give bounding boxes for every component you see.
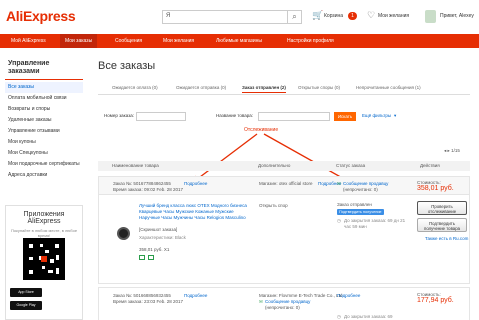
characteristics: Характеристики: Black (139, 235, 186, 240)
order-row: Заказ №: 501677884862455 Подробнее Время… (98, 176, 470, 284)
product-thumbnail[interactable] (117, 227, 130, 240)
heart-icon[interactable]: ♡ (367, 10, 375, 21)
order-details-link[interactable]: Подробнее (184, 293, 207, 299)
chevron-left-icon[interactable]: ◂ (444, 148, 446, 153)
protection-icon (139, 255, 145, 260)
sidebar-item-addresses[interactable]: Адреса доставки (5, 170, 83, 181)
nav-favorite-stores[interactable]: Любимые магазины (216, 34, 262, 48)
column-product: Наименование товара (112, 163, 159, 168)
sidebar-item-reviews[interactable]: Управление отзывами (5, 126, 83, 137)
sidebar-item-deleted-orders[interactable]: Удаленные заказы (5, 115, 83, 126)
ru-link[interactable]: Также есть в Ru.com (425, 236, 468, 242)
cart-icon[interactable]: 🛒 (312, 10, 323, 21)
nav-messages[interactable]: Сообщения (115, 34, 142, 48)
apps-description: Покупайте в любом месте, в любое время! (10, 228, 78, 238)
apps-title: Приложения AliExpress (23, 211, 65, 225)
order-cost: 177,94 руб. (417, 297, 454, 304)
main-nav: Мой AliExpress Мои заказы Сообщения Мои … (0, 34, 479, 48)
column-status: Статус заказа (336, 163, 366, 168)
search-bar[interactable]: Я ⌕ (162, 10, 302, 24)
pager-text: 1/15 (451, 148, 460, 153)
qr-code (23, 238, 65, 280)
confirm-receipt-button[interactable]: Подтвердить получение товара (417, 218, 467, 232)
sidebar-item-returns[interactable]: Возвраты и споры (5, 104, 83, 115)
nav-profile-settings[interactable]: Настройки профиля (287, 34, 334, 48)
unread-count: (непрочитано: 0) (265, 305, 300, 310)
column-extra: Дополнительно (258, 163, 291, 168)
chat-icon[interactable]: ✉ (259, 299, 263, 305)
nav-my-aliexpress[interactable]: Мой AliExpress (9, 34, 48, 48)
status-badge: Подтвердить получение (337, 209, 384, 215)
avatar[interactable] (425, 10, 436, 23)
sidebar-item-coupons[interactable]: Мои купоны (5, 137, 83, 148)
google-play-button[interactable]: Google Play (10, 301, 42, 310)
chat-icon[interactable]: ✉ (337, 181, 341, 187)
product-title-link[interactable]: Лучший бренд класса люкс OTEX Модного би… (139, 203, 251, 221)
search-input[interactable]: Я (166, 13, 170, 19)
header: AliExpress Я ⌕ 🛒 Корзина 1 ♡ Мои желания… (0, 0, 479, 34)
sidebar-item-all-orders[interactable]: Все заказы (5, 82, 83, 93)
clock-icon: ◷ (337, 218, 341, 223)
order-row: Заказ №: 501668856932455 Подробнее Время… (98, 287, 470, 320)
store-name[interactable]: Магазин: otex official store (259, 181, 313, 187)
wishlist-link[interactable]: Мои желания (378, 13, 409, 19)
track-order-button[interactable]: Проверить отслеживание (417, 201, 467, 215)
order-time: Время заказа: 09:02 Feb. 28 2017 (113, 187, 183, 192)
sidebar-item-gift-cards[interactable]: Мои подарочные сертификаты (5, 159, 83, 170)
nav-wishlist[interactable]: Мои желания (163, 34, 194, 48)
sidebar-item-special-coupons[interactable]: Мои Спецкупоны (5, 148, 83, 159)
cart-count-badge: 1 (348, 12, 357, 20)
apps-panel: Приложения AliExpress Покупайте в любом … (5, 205, 83, 320)
sidebar-title: Управление заказами (5, 56, 83, 80)
open-dispute-link[interactable]: Открыть спор (259, 203, 288, 209)
clock-icon: ◷ (337, 314, 341, 319)
order-cost: 358,01 руб. (417, 185, 454, 192)
app-store-button[interactable]: App Store (10, 288, 42, 297)
cart-link[interactable]: Корзина (324, 13, 343, 19)
sidebar: Управление заказами Все заказы Оплата мо… (5, 56, 83, 181)
order-status: Заказ отправлен (337, 202, 372, 207)
close-timer: До закрытия заказа: 69 дн 21 час 59 мин (344, 218, 406, 229)
column-actions: Действия (420, 163, 440, 168)
unread-count: (непрочитано: 0) (343, 187, 378, 192)
orders-table-header: Наименование товара Дополнительно Статус… (98, 161, 470, 171)
pager-chevron-right-icon[interactable]: ▸ (448, 148, 450, 153)
unit-price: 358,01 руб. X1 (139, 247, 170, 252)
order-details-link[interactable]: Подробнее (184, 181, 207, 187)
pager[interactable]: ◂ ▸ 1/15 (444, 148, 460, 154)
store-details-link[interactable]: Подробнее (337, 293, 360, 299)
sidebar-item-mobile-payment[interactable]: Оплата мобильной связи (5, 93, 83, 104)
nav-my-orders[interactable]: Мои заказы (60, 34, 98, 48)
order-time: Время заказа: 23:03 Feb. 28 2017 (113, 299, 183, 304)
snapshot-link[interactable]: [Скриншот заказа] (139, 227, 177, 233)
close-timer: До закрытия заказа: 69 (344, 314, 393, 319)
greeting-text[interactable]: Привет, Alexey (440, 13, 474, 19)
shipping-icon (148, 255, 154, 260)
search-icon[interactable]: ⌕ (287, 11, 301, 23)
aliexpress-logo[interactable]: AliExpress (6, 8, 76, 24)
orders-main: Все заказы Ожидается оплата (0) Ожидаетс… (92, 48, 479, 320)
